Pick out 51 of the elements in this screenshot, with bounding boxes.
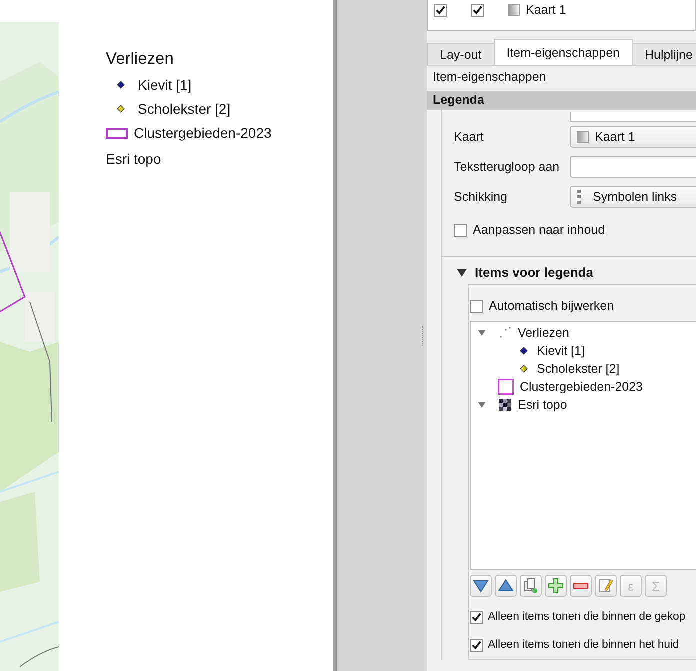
tree-item-label[interactable]: Scholekster [2] [537,362,620,376]
tree-item-label[interactable]: Verliezen [518,326,570,340]
legend-item-label: Scholekster [2] [138,101,231,117]
legend-item-label: Kievit [1] [138,77,192,93]
dots-icon [498,326,512,340]
arrangement-dropdown[interactable]: Symbolen links [570,186,696,208]
handle-icon [577,190,581,204]
checkbox[interactable] [454,224,467,236]
tab[interactable]: Hulplijne [632,43,696,65]
section-header: Legenda [427,91,696,110]
field-label: Tekstterugloop aan [454,160,561,174]
legend-item-label: Clustergebieden-2023 [134,125,272,141]
toolbar-button[interactable] [520,575,542,597]
legend-group-title: Verliezen [106,50,175,69]
checkbox-label[interactable]: Alleen items tonen die binnen het huid [488,639,680,651]
tab[interactable]: Item-eigenschappen [494,39,633,65]
checkbox-label[interactable]: Alleen items tonen die binnen de gekop [488,611,686,623]
legend-items-tree[interactable]: Verliezen Kievit [1] Scholekster [2] Clustergebieden-2023 Esri topo [470,321,696,570]
checkbox-label[interactable]: Aanpassen naar inhoud [473,223,606,237]
toolbar-button[interactable] [470,575,492,597]
item-label[interactable]: Kaart 1 [526,3,566,17]
field-label: Kaart [454,130,485,144]
visibility-checkbox[interactable] [434,4,447,16]
map-item-icon [508,4,520,16]
checkbox-label[interactable]: Automatisch bijwerken [489,299,614,313]
text-field[interactable] [570,112,696,122]
checkbox[interactable] [470,610,483,624]
copy-icon [523,578,539,594]
raster-icon [498,398,512,412]
toolbar-button[interactable] [545,575,567,597]
move-down-icon [473,578,489,594]
tab[interactable]: Lay-out [427,43,495,65]
checkbox[interactable] [470,300,483,312]
legend-item-label: Esri topo [106,151,162,167]
toolbar-button[interactable] [495,575,517,597]
map-dropdown[interactable]: Kaart 1 [570,126,696,148]
tree-item-label[interactable]: Esri topo [518,398,568,412]
collapse-arrow-icon[interactable] [457,268,467,276]
tree-item-label[interactable]: Kievit [1] [537,344,585,358]
lock-checkbox[interactable] [471,4,484,16]
edit-icon [598,578,614,594]
panel-subtitle: Item-eigenschappen [432,69,548,86]
checkbox[interactable] [470,638,483,652]
toolbar-button[interactable] [570,575,592,597]
text-field[interactable] [570,156,696,178]
group-title: Items voor legenda [475,265,594,280]
toolbar-button[interactable] [595,575,617,597]
move-up-icon [498,578,514,594]
tree-item-label[interactable]: Clustergebieden-2023 [520,380,644,394]
add-icon [548,578,564,594]
field-label: Schikking [454,190,508,204]
